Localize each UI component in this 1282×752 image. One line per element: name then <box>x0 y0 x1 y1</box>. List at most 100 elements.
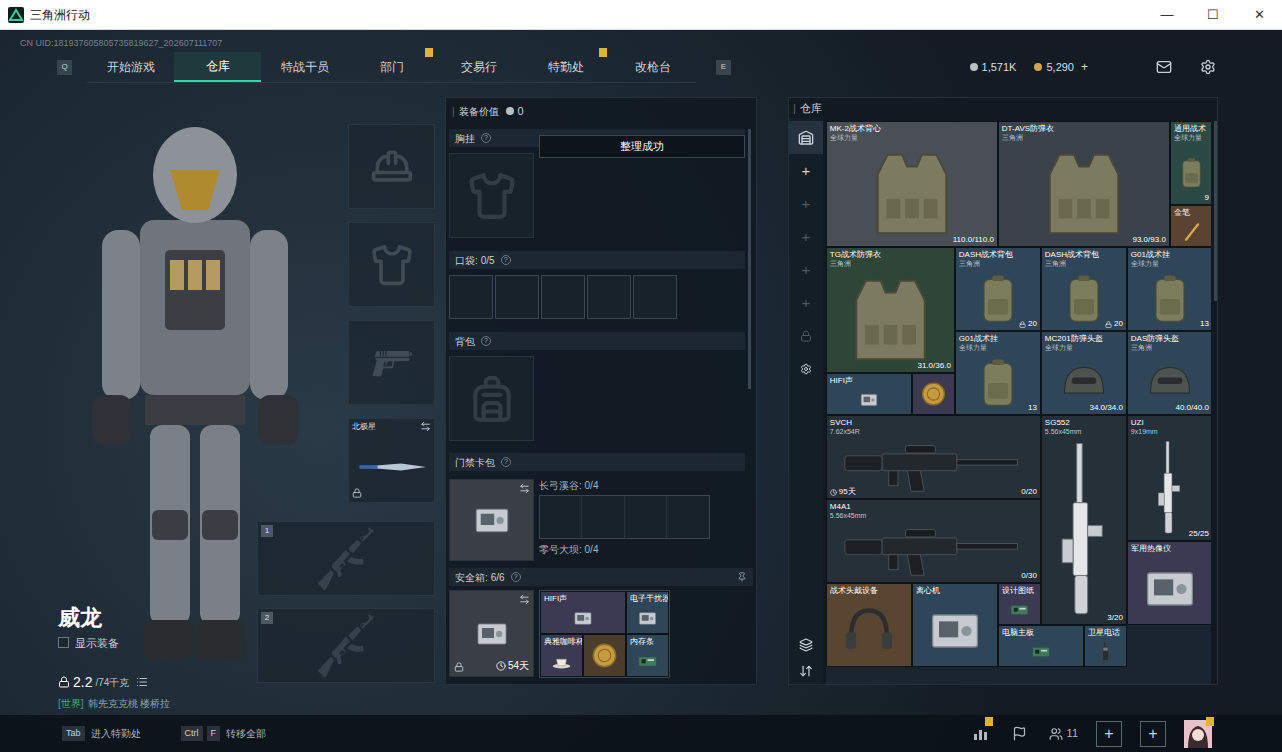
help-badge[interactable]: ? <box>511 572 521 582</box>
inventory-item[interactable]: HIFI声 <box>826 373 912 415</box>
sidebar-item[interactable]: + <box>789 154 823 187</box>
inventory-item[interactable]: SG5525.56x45mm3/20 <box>1041 415 1127 625</box>
melee-slot[interactable]: 北极星 <box>348 418 435 503</box>
pocket-slot[interactable] <box>449 275 493 319</box>
inventory-item[interactable]: TG战术防弹衣三角洲31.0/36.0 <box>826 247 955 373</box>
inventory-item[interactable] <box>912 373 955 415</box>
add-button[interactable]: + <box>1136 719 1170 749</box>
show-equipment-toggle[interactable]: 显示装备 <box>58 635 257 652</box>
key-hint[interactable]: Tab进入特勤处 <box>62 726 141 742</box>
inventory-item[interactable]: MC201防弹头盔全球力量34.0/34.0 <box>1041 331 1127 415</box>
flag-button[interactable] <box>1005 719 1035 749</box>
nav-tab[interactable]: 改枪台 <box>609 52 696 82</box>
inventory-item[interactable]: DASH战术背包三角洲20 <box>1041 247 1127 331</box>
item-count: 0/20 <box>1021 487 1037 497</box>
weapon-slot[interactable]: 1 <box>257 521 435 596</box>
inventory-item[interactable]: G01战术挂全球力量13 <box>1127 247 1211 331</box>
inventory-item[interactable]: DAS防弹头盔三角洲40.0/40.0 <box>1127 331 1211 415</box>
pocket-slot[interactable] <box>587 275 631 319</box>
inventory-item[interactable]: 离心机 <box>912 583 998 667</box>
armor-slot[interactable] <box>348 222 435 307</box>
sidebar-item[interactable]: + <box>789 286 823 319</box>
gear-icon[interactable] <box>1200 59 1216 75</box>
checkbox[interactable] <box>58 637 69 648</box>
equipment-value: |装备价值0 <box>446 98 756 121</box>
inventory-item[interactable]: 内存条 <box>626 634 669 677</box>
inventory-item[interactable]: UZI9x19mm25/25 <box>1127 415 1211 541</box>
inventory-item[interactable]: 电脑主板 <box>998 625 1084 667</box>
nav-tab[interactable]: 特勤处 <box>522 52 609 82</box>
scrollbar[interactable] <box>748 129 751 389</box>
inventory-item[interactable]: 电子干扰器 <box>626 591 669 634</box>
rifle-icon <box>311 524 381 594</box>
sidebar-item[interactable] <box>789 319 823 352</box>
inventory-item[interactable]: DASH战术背包三角洲20 <box>955 247 1041 331</box>
mail-icon[interactable] <box>1156 59 1172 75</box>
nav-tab[interactable]: 交易行 <box>435 52 522 82</box>
help-badge[interactable]: ? <box>501 457 511 467</box>
help-badge[interactable]: ? <box>501 255 511 265</box>
pocket-slot[interactable] <box>633 275 677 319</box>
nav-tab[interactable]: 部门 <box>348 52 435 82</box>
friends-button[interactable]: 11 <box>1045 719 1082 749</box>
chest-rig-slot[interactable] <box>449 153 534 238</box>
inventory-item[interactable]: 典雅咖啡杯 <box>540 634 583 677</box>
slot-number: 1 <box>261 525 273 537</box>
pin-icon[interactable] <box>737 572 747 582</box>
inventory-item[interactable]: 设计图纸 <box>998 583 1041 625</box>
sidebar-item[interactable] <box>789 352 823 385</box>
inventory-item[interactable]: SVCH7.62x54R0/2095天 <box>826 415 1041 499</box>
item-label: HIFI声 <box>827 374 911 386</box>
avatar-button[interactable] <box>1180 719 1216 749</box>
device-icon <box>462 498 522 543</box>
nav-tab[interactable]: 仓库 <box>174 52 261 82</box>
help-badge[interactable]: ? <box>481 133 491 143</box>
inventory-item[interactable] <box>583 634 626 677</box>
nav-tab[interactable]: 特战干员 <box>261 52 348 82</box>
helmet-slot[interactable] <box>348 124 435 209</box>
nav-tab[interactable]: 开始游戏 <box>87 52 174 82</box>
safe-box[interactable]: 54天 <box>449 590 534 677</box>
inventory-item[interactable]: 金笔 <box>1170 205 1211 247</box>
item-label: 战术头戴设备 <box>827 584 911 596</box>
weapon-slot[interactable]: 2 <box>257 608 435 683</box>
currency[interactable]: 5,290+ <box>1034 58 1088 76</box>
currency[interactable]: 1,571K <box>970 59 1017 76</box>
window-control[interactable]: ☐ <box>1190 0 1236 29</box>
scrollbar[interactable] <box>1214 121 1217 301</box>
sidebar-item[interactable] <box>789 121 823 154</box>
pistol-slot[interactable] <box>348 320 435 405</box>
inventory-item[interactable]: 通用战术全球力量9 <box>1170 121 1211 205</box>
inventory-item[interactable]: M4A15.56x45mm0/30 <box>826 499 1041 583</box>
sidebar-item[interactable]: + <box>789 220 823 253</box>
add-button[interactable]: + <box>1092 719 1126 749</box>
pocket-slot[interactable] <box>495 275 539 319</box>
sidebar-item[interactable]: + <box>789 187 823 220</box>
help-badge[interactable]: ? <box>481 336 491 346</box>
backpack-slot[interactable] <box>449 356 534 441</box>
inventory-item[interactable]: G01战术挂全球力量13 <box>955 331 1041 415</box>
key-hint[interactable]: CtrlF转移全部 <box>181 726 267 742</box>
sidebar-item[interactable]: + <box>789 253 823 286</box>
inventory-item[interactable]: MK-2战术背心全球力量110.0/110.0 <box>826 121 998 247</box>
window-control[interactable]: — <box>1144 0 1190 29</box>
inventory-item[interactable]: 军用热像仪 <box>1127 541 1211 625</box>
item-label: G01战术挂全球力量 <box>1128 248 1211 268</box>
keycard-case[interactable] <box>449 479 534 561</box>
layers-icon[interactable] <box>799 638 813 652</box>
window-control[interactable]: ✕ <box>1236 0 1282 29</box>
keycard-slots[interactable] <box>539 495 710 539</box>
stats-button[interactable] <box>965 719 995 749</box>
vest-icon <box>830 145 994 243</box>
item-count: 31.0/36.0 <box>917 361 950 371</box>
swap-icon[interactable] <box>519 594 530 605</box>
inventory-item[interactable]: 卫星电话 <box>1084 625 1127 667</box>
inventory-item[interactable]: 战术头戴设备 <box>826 583 912 667</box>
swap-icon[interactable] <box>519 483 530 494</box>
pocket-slot[interactable] <box>541 275 585 319</box>
inventory-item[interactable]: HIFI声 <box>540 591 626 634</box>
list-icon[interactable] <box>136 676 148 688</box>
inventory-item[interactable]: DT-AVS防弹衣三角洲93.0/93.0 <box>998 121 1170 247</box>
swap-icon[interactable] <box>420 421 431 432</box>
sort-icon[interactable] <box>799 664 813 678</box>
